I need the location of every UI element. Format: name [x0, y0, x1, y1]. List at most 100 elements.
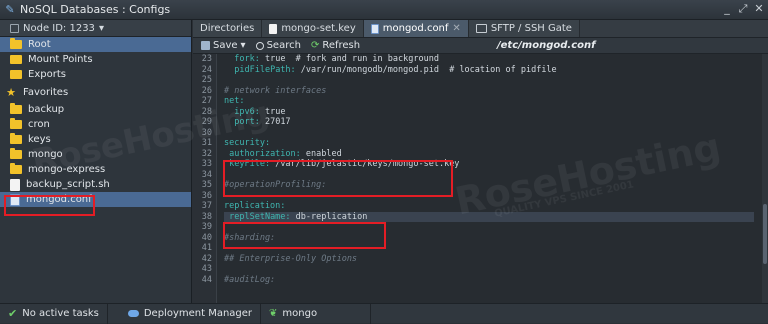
minimize-icon[interactable]: _ — [722, 2, 732, 16]
line-number-gutter: 23 24 25 26 27 28 29 30 31 32 33 34 35 36 37 38 39 40 41 42… — [193, 54, 217, 303]
code-comment: # network interfaces — [224, 85, 327, 96]
line-number: 42 — [201, 253, 212, 264]
line-number: 39 — [201, 222, 212, 232]
code-line[interactable] — [224, 243, 754, 254]
code-line[interactable]: ## Enterprise-Only Options — [224, 254, 754, 265]
tree-item-mongod-conf[interactable]: mongod.conf — [0, 192, 191, 207]
close-icon[interactable]: ✕ — [754, 2, 764, 16]
tree-item-backup[interactable]: backup — [0, 102, 191, 117]
node-selector[interactable]: Node ID: 1233 ▾ — [0, 20, 191, 37]
code-text: authorization: enabled — [229, 148, 342, 159]
code-comment: #auditLog: — [224, 274, 276, 285]
tree-item-label: backup — [28, 104, 65, 115]
server-icon — [10, 23, 19, 33]
code-line[interactable]: #operationProfiling: — [224, 180, 754, 191]
tab-label: mongod.conf — [382, 23, 449, 34]
tree-item-mongo[interactable]: mongo — [0, 147, 191, 162]
folder-icon — [10, 38, 22, 49]
tree-item-mount-points[interactable]: Mount Points — [0, 52, 191, 67]
code-line[interactable] — [224, 75, 754, 86]
check-icon: ✔ — [8, 307, 18, 320]
favorites-header[interactable]: ★ Favorites — [0, 85, 191, 100]
code-line[interactable]: security: — [224, 138, 754, 149]
search-button[interactable]: Search — [255, 40, 301, 51]
line-number: 32 — [201, 148, 212, 159]
code-text: pidFilePath: /var/run/mongodb/mongod.pid… — [234, 64, 557, 75]
code-line[interactable]: #auditLog: — [224, 275, 754, 286]
code-line[interactable]: #sharding: — [224, 233, 754, 244]
code-line[interactable]: replication: — [224, 201, 754, 212]
line-number: 34 — [201, 169, 212, 180]
search-label: Search — [266, 40, 301, 51]
refresh-button[interactable]: ⟳ Refresh — [311, 40, 360, 51]
code-line[interactable] — [224, 128, 754, 139]
tree-item-backup-script[interactable]: backup_script.sh — [0, 177, 191, 192]
tree-item-mongo-express[interactable]: mongo-express — [0, 162, 191, 177]
close-tab-icon[interactable]: ✕ — [452, 23, 460, 34]
conf-file-icon — [10, 193, 20, 206]
tree-item-label: keys — [28, 134, 51, 145]
mongo-label: mongo — [282, 308, 318, 319]
line-number: 41 — [201, 243, 212, 253]
code-line[interactable]: # network interfaces — [224, 86, 754, 97]
refresh-label: Refresh — [322, 40, 361, 51]
code-line[interactable]: ipv6: true — [224, 107, 754, 118]
tasks-status[interactable]: ✔ No active tasks — [0, 303, 108, 324]
code-line[interactable] — [224, 191, 754, 202]
tree-item-keys[interactable]: keys — [0, 132, 191, 147]
line-number: 27 — [201, 96, 212, 106]
code-lines[interactable]: fork: true # fork and run in background … — [224, 54, 754, 285]
code-comment: ## Enterprise-Only Options — [224, 253, 358, 264]
folder-icon — [10, 118, 22, 129]
code-line[interactable]: authorization: enabled — [224, 149, 754, 160]
code-line[interactable] — [224, 264, 754, 275]
code-line[interactable]: net: — [224, 96, 754, 107]
tasks-label: No active tasks — [22, 308, 99, 319]
line-number: 33 — [201, 159, 212, 169]
favorites-label: Favorites — [23, 87, 69, 98]
line-number: 28 — [201, 106, 212, 117]
scrollbar-thumb[interactable] — [763, 204, 767, 264]
tree-item-cron[interactable]: cron — [0, 117, 191, 132]
tab-label: mongo-set.key — [281, 23, 356, 34]
code-comment: #operationProfiling: — [224, 180, 327, 190]
code-text: port: 27017 — [234, 117, 291, 127]
tab-mongo-set-key[interactable]: mongo-set.key — [262, 20, 364, 37]
window-titlebar: ✎ NoSQL Databases : Configs _ ⤢ ✕ — [0, 0, 768, 20]
code-line[interactable] — [224, 222, 754, 233]
tab-directories[interactable]: Directories — [193, 20, 263, 37]
tree-item-root[interactable]: Root — [0, 37, 191, 52]
deployment-manager-button[interactable]: Deployment Manager — [108, 303, 262, 324]
tab-sftp-ssh-gate[interactable]: SFTP / SSH Gate — [468, 20, 580, 37]
code-line[interactable]: pidFilePath: /var/run/mongodb/mongod.pid… — [224, 65, 754, 76]
code-text: replSetName: db-replication — [229, 211, 368, 222]
line-number: 44 — [201, 274, 212, 285]
code-text: ipv6: true — [234, 106, 286, 117]
conf-file-icon — [370, 23, 379, 34]
tree-item-label: Exports — [28, 69, 66, 80]
window-controls: _ ⤢ ✕ — [722, 2, 764, 16]
mongo-task-button[interactable]: ❦ mongo — [261, 303, 372, 324]
save-button[interactable]: Save ▾ — [201, 40, 246, 51]
tab-mongod-conf[interactable]: mongod.conf ✕ — [363, 20, 469, 37]
line-number: 24 — [201, 64, 212, 75]
maximize-icon[interactable]: ⤢ — [738, 2, 748, 16]
editor-toolbar: Save ▾ Search ⟳ Refresh /etc/mongod.conf — [193, 38, 768, 54]
code-text: net: — [224, 96, 245, 106]
line-number: 29 — [201, 117, 212, 127]
monitor-icon — [475, 24, 487, 33]
code-line[interactable]: port: 27017 — [224, 117, 754, 128]
code-line[interactable] — [224, 170, 754, 181]
folder-icon — [10, 103, 22, 114]
folder-icon — [10, 133, 22, 144]
cloud-icon — [127, 310, 139, 317]
line-number: 26 — [201, 85, 212, 96]
code-line[interactable]: fork: true # fork and run in background — [224, 54, 754, 65]
editor-scrollbar[interactable] — [762, 54, 768, 303]
code-line[interactable]: replSetName: db-replication — [224, 211, 754, 222]
tab-label: Directories — [200, 23, 255, 34]
code-line[interactable]: keyFile: /var/lib/jelastic/keys/mongo-se… — [224, 159, 754, 170]
tree-item-exports[interactable]: Exports — [0, 67, 191, 82]
code-editor[interactable]: 23 24 25 26 27 28 29 30 31 32 33 34 35 36 37 38 39 40 41 42… — [193, 54, 768, 303]
code-text: fork: true # fork and run in background — [234, 54, 439, 64]
